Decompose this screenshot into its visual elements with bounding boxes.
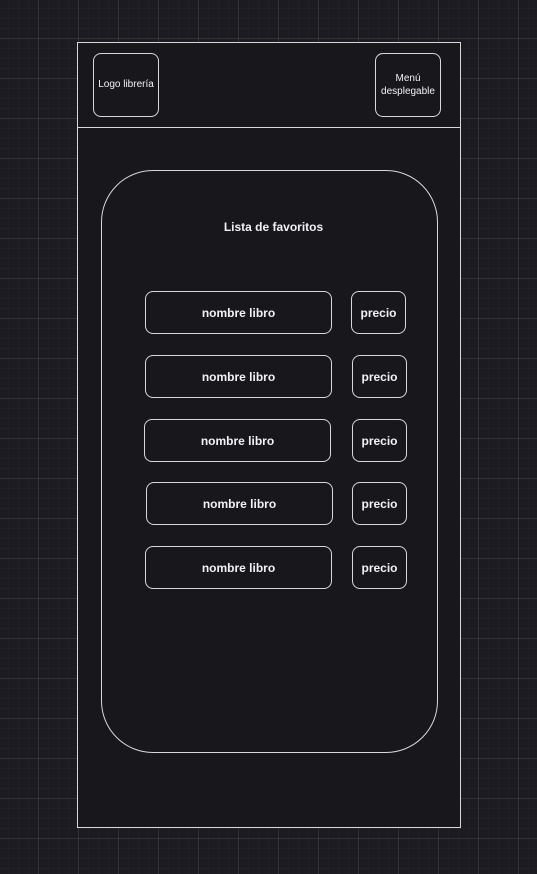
book-name-label: nombre libro [201, 560, 276, 575]
book-name-box[interactable]: nombre libro [144, 419, 331, 462]
menu-label: Menú desplegable [381, 73, 435, 97]
book-price-box[interactable]: precio [352, 419, 407, 462]
book-price-label: precio [361, 433, 398, 448]
book-price-label: precio [361, 560, 398, 575]
book-name-label: nombre libro [201, 369, 276, 384]
book-price-label: precio [360, 305, 397, 320]
book-name-box[interactable]: nombre libro [145, 291, 332, 334]
book-name-label: nombre libro [200, 433, 275, 448]
logo-box[interactable]: Logo librería [93, 53, 159, 117]
book-name-label: nombre libro [201, 305, 276, 320]
book-price-label: precio [361, 369, 398, 384]
book-price-box[interactable]: precio [351, 291, 406, 334]
favorites-title: Lista de favoritos [223, 220, 324, 234]
book-price-box[interactable]: precio [352, 355, 407, 398]
book-name-box[interactable]: nombre libro [145, 355, 332, 398]
logo-label: Logo librería [98, 79, 154, 90]
book-name-label: nombre libro [202, 496, 277, 511]
book-price-box[interactable]: precio [352, 546, 407, 589]
book-name-box[interactable]: nombre libro [146, 482, 333, 525]
book-name-box[interactable]: nombre libro [145, 546, 332, 589]
book-price-box[interactable]: precio [352, 482, 407, 525]
dropdown-menu-button[interactable]: Menú desplegable [375, 53, 441, 117]
book-price-label: precio [361, 496, 398, 511]
header-divider [77, 127, 461, 128]
